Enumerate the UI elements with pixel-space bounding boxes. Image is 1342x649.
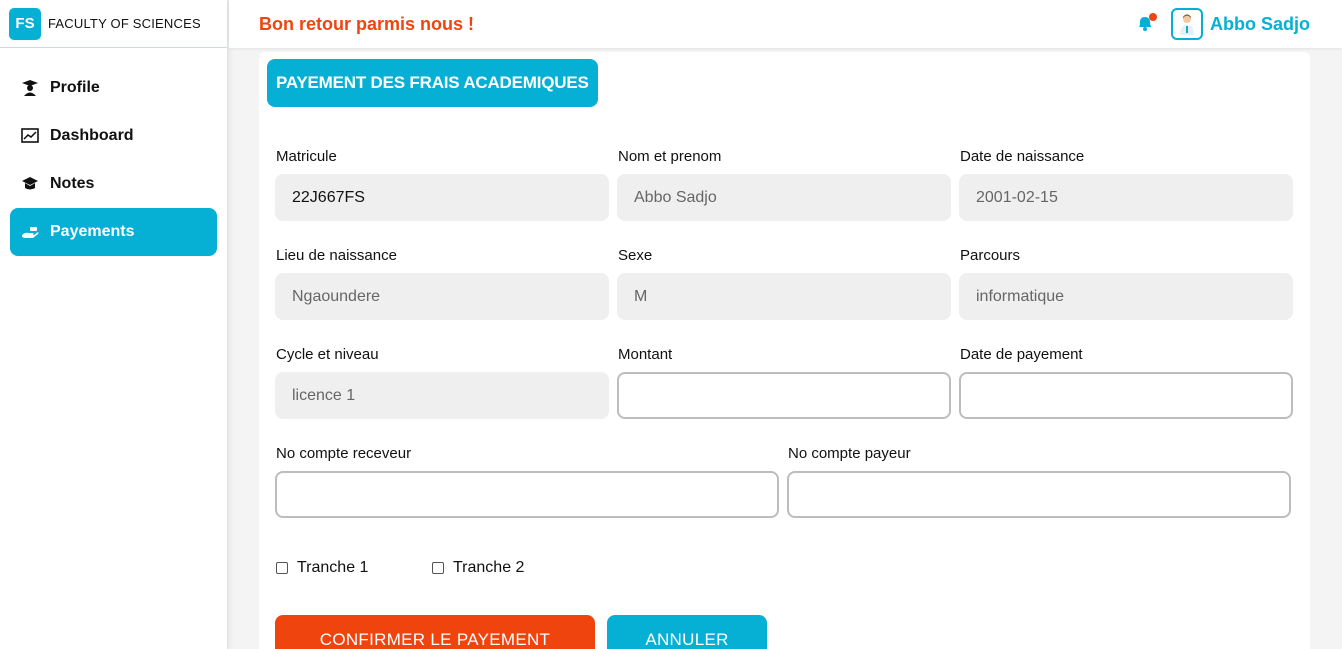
top-bar: Bon retour parmis nous ! Abbo Sadjo [229, 0, 1342, 48]
compte-payeur-input[interactable] [787, 471, 1291, 518]
compte-receveur-label: No compte receveur [276, 445, 412, 462]
parcours-field[interactable]: informatique [959, 273, 1293, 320]
sidebar-item-payements[interactable]: Payements [10, 208, 217, 256]
montant-label: Montant [618, 346, 673, 363]
confirm-payment-button[interactable]: CONFIRMER LE PAYEMENT [275, 615, 595, 649]
sidebar-item-label: Profile [50, 79, 100, 96]
sidebar-nav: Profile Dashboard Notes Payements [0, 48, 227, 256]
user-name[interactable]: Abbo Sadjo [1210, 14, 1310, 35]
compte-payeur-label: No compte payeur [788, 445, 911, 462]
date-naissance-field[interactable]: 2001-02-15 [959, 174, 1293, 221]
cycle-label: Cycle et niveau [276, 346, 379, 363]
chart-icon [20, 126, 40, 146]
sidebar-item-label: Payements [50, 223, 135, 240]
tranche-2-label: Tranche 2 [453, 559, 525, 576]
tranche-2-checkbox[interactable]: Tranche 2 [432, 559, 524, 577]
brand-name: FACULTY OF SCIENCES [48, 16, 201, 31]
tranche-1-checkbox[interactable]: Tranche 1 [276, 559, 368, 577]
cancel-button[interactable]: ANNULER [607, 615, 767, 649]
lieu-naissance-label: Lieu de naissance [276, 247, 397, 264]
notification-badge [1149, 13, 1157, 21]
parcours-label: Parcours [960, 247, 1021, 264]
cycle-field[interactable]: licence 1 [275, 372, 609, 419]
sidebar-item-dashboard[interactable]: Dashboard [10, 112, 217, 160]
montant-input[interactable] [617, 372, 951, 419]
matricule-field[interactable]: 22J667FS [275, 174, 609, 221]
nom-field[interactable]: Abbo Sadjo [617, 174, 951, 221]
hand-money-icon [20, 222, 40, 242]
tranche-1-label: Tranche 1 [297, 559, 369, 576]
checkbox-box[interactable] [432, 562, 444, 574]
sidebar-item-label: Notes [50, 175, 95, 192]
sidebar-item-notes[interactable]: Notes [10, 160, 217, 208]
mortarboard-icon [20, 174, 40, 194]
date-naissance-label: Date de naissance [960, 148, 1085, 165]
payment-form-card: PAYEMENT DES FRAIS ACADEMIQUES Matricule… [259, 52, 1310, 649]
date-payement-label: Date de payement [960, 346, 1083, 363]
date-payement-input[interactable] [959, 372, 1293, 419]
avatar[interactable] [1171, 8, 1203, 40]
sexe-field[interactable]: M [617, 273, 951, 320]
checkbox-box[interactable] [276, 562, 288, 574]
nom-label: Nom et prenom [618, 148, 722, 165]
brand[interactable]: FS FACULTY OF SCIENCES [0, 0, 227, 48]
form-title: PAYEMENT DES FRAIS ACADEMIQUES [267, 59, 598, 107]
sexe-label: Sexe [618, 247, 653, 264]
brand-logo: FS [9, 7, 41, 40]
graduate-icon [20, 78, 40, 98]
sidebar: FS FACULTY OF SCIENCES Profile Dashboard… [0, 0, 228, 649]
matricule-label: Matricule [276, 148, 337, 165]
sidebar-item-label: Dashboard [50, 127, 134, 144]
compte-receveur-input[interactable] [275, 471, 779, 518]
notification-bell-icon[interactable] [1135, 13, 1157, 35]
welcome-message: Bon retour parmis nous ! [259, 13, 475, 34]
sidebar-item-profile[interactable]: Profile [10, 64, 217, 112]
lieu-naissance-field[interactable]: Ngaoundere [275, 273, 609, 320]
user-area: Abbo Sadjo [1135, 8, 1310, 40]
